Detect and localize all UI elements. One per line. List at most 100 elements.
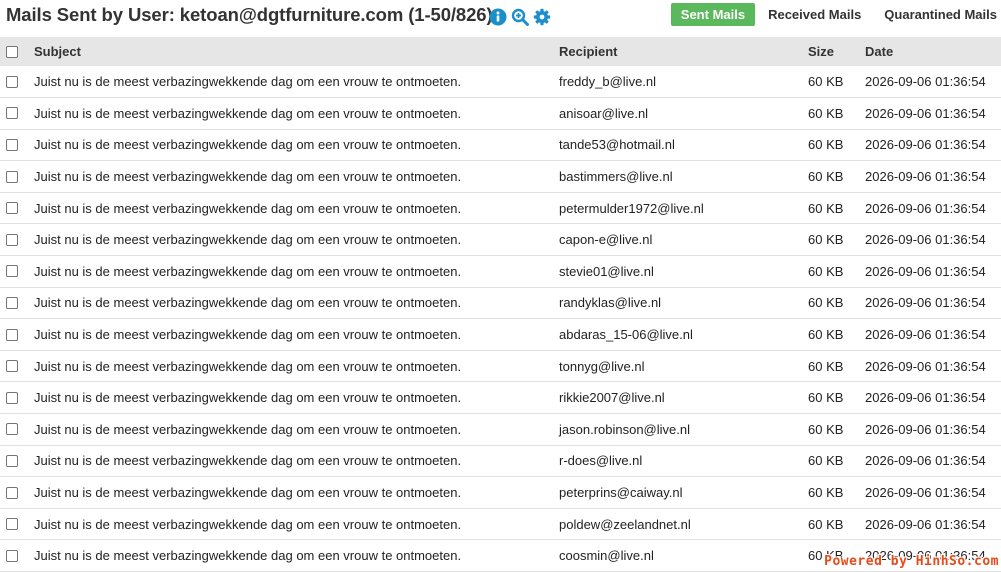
cell-size: 60 KB — [808, 421, 844, 437]
row-checkbox[interactable] — [6, 549, 18, 562]
cell-subject[interactable]: Juist nu is de meest verbazingwekkende d… — [34, 382, 559, 414]
cell-subject[interactable]: Juist nu is de meest verbazingwekkende d… — [34, 129, 559, 161]
cell-recipient: bastimmers@live.nl — [559, 169, 673, 185]
cell-subject[interactable]: Juist nu is de meest verbazingwekkende d… — [34, 161, 559, 193]
cell-size: 60 KB — [808, 232, 844, 248]
row-checkbox[interactable] — [6, 328, 18, 341]
table-row[interactable]: Juist nu is de meest verbazingwekkende d… — [0, 192, 1001, 224]
column-header-recipient[interactable]: Recipient — [559, 37, 808, 66]
cell-size: 60 KB — [808, 200, 844, 216]
cell-date: 2026-09-06 01:36:54 — [865, 453, 986, 469]
cell-subject[interactable]: Juist nu is de meest verbazingwekkende d… — [34, 98, 559, 130]
cell-subject[interactable]: Juist nu is de meest verbazingwekkende d… — [34, 256, 559, 288]
cell-date: 2026-09-06 01:36:54 — [865, 421, 986, 437]
row-checkbox[interactable] — [6, 360, 18, 373]
cell-date: 2026-09-06 01:36:54 — [865, 200, 986, 216]
cell-size: 60 KB — [808, 263, 844, 279]
cell-size: 60 KB — [808, 105, 844, 121]
table-row[interactable]: Juist nu is de meest verbazingwekkende d… — [0, 129, 1001, 161]
cell-recipient: coosmin@live.nl — [559, 548, 654, 564]
quarantined-mails-button[interactable]: Quarantined Mails — [878, 3, 1001, 26]
row-checkbox[interactable] — [6, 296, 18, 309]
received-mails-button[interactable]: Received Mails — [762, 3, 867, 26]
cell-date: 2026-09-06 01:36:54 — [865, 485, 986, 501]
info-icon[interactable] — [489, 8, 507, 26]
cell-recipient: tande53@hotmail.nl — [559, 137, 675, 153]
cell-recipient: anisoar@live.nl — [559, 105, 649, 121]
row-checkbox[interactable] — [6, 265, 18, 278]
table-row[interactable]: Juist nu is de meest verbazingwekkende d… — [0, 66, 1001, 98]
cell-size: 60 KB — [808, 453, 844, 469]
cell-recipient: randyklas@live.nl — [559, 295, 662, 311]
cell-subject[interactable]: Juist nu is de meest verbazingwekkende d… — [34, 224, 559, 256]
row-checkbox[interactable] — [6, 233, 18, 246]
cell-recipient: abdaras_15-06@live.nl — [559, 327, 693, 343]
cell-subject[interactable]: Juist nu is de meest verbazingwekkende d… — [34, 192, 559, 224]
cell-recipient: capon-e@live.nl — [559, 232, 653, 248]
cell-date: 2026-09-06 01:36:54 — [865, 169, 986, 185]
column-header-date[interactable]: Date — [865, 37, 1001, 66]
table-row[interactable]: Juist nu is de meest verbazingwekkende d… — [0, 224, 1001, 256]
table-row[interactable]: Juist nu is de meest verbazingwekkende d… — [0, 350, 1001, 382]
gear-icon[interactable] — [533, 8, 551, 26]
table-row[interactable]: Juist nu is de meest verbazingwekkende d… — [0, 256, 1001, 288]
row-checkbox[interactable] — [6, 391, 18, 404]
zoom-icon[interactable] — [511, 8, 529, 26]
table-row[interactable]: Juist nu is de meest verbazingwekkende d… — [0, 98, 1001, 130]
table-row[interactable]: Juist nu is de meest verbazingwekkende d… — [0, 445, 1001, 477]
cell-subject[interactable]: Juist nu is de meest verbazingwekkende d… — [34, 414, 559, 446]
table-row[interactable]: Juist nu is de meest verbazingwekkende d… — [0, 161, 1001, 193]
column-header-subject[interactable]: Subject — [34, 37, 559, 66]
cell-date: 2026-09-06 01:36:54 — [865, 516, 986, 532]
table-row[interactable]: Juist nu is de meest verbazingwekkende d… — [0, 319, 1001, 351]
row-checkbox[interactable] — [6, 202, 18, 215]
row-checkbox[interactable] — [6, 170, 18, 183]
table-row[interactable]: Juist nu is de meest verbazingwekkende d… — [0, 382, 1001, 414]
cell-subject[interactable]: Juist nu is de meest verbazingwekkende d… — [34, 477, 559, 509]
cell-subject[interactable]: Juist nu is de meest verbazingwekkende d… — [34, 66, 559, 98]
table-row[interactable]: Juist nu is de meest verbazingwekkende d… — [0, 287, 1001, 319]
cell-size: 60 KB — [808, 295, 844, 311]
table-row[interactable]: Juist nu is de meest verbazingwekkende d… — [0, 477, 1001, 509]
mails-table: Subject Recipient Size Date Juist nu is … — [0, 37, 1001, 572]
cell-size: 60 KB — [808, 358, 844, 374]
cell-date: 2026-09-06 01:36:54 — [865, 358, 986, 374]
cell-recipient: poldew@zeelandnet.nl — [559, 516, 691, 532]
table-header-row: Subject Recipient Size Date — [0, 37, 1001, 66]
cell-recipient: jason.robinson@live.nl — [559, 421, 690, 437]
cell-date: 2026-09-06 01:36:54 — [865, 327, 986, 343]
cell-date: 2026-09-06 01:36:54 — [865, 263, 986, 279]
table-row[interactable]: Juist nu is de meest verbazingwekkende d… — [0, 414, 1001, 446]
cell-subject[interactable]: Juist nu is de meest verbazingwekkende d… — [34, 350, 559, 382]
cell-recipient: peterprins@caiway.nl — [559, 485, 683, 501]
cell-subject[interactable]: Juist nu is de meest verbazingwekkende d… — [34, 508, 559, 540]
page-title: Mails Sent by User: ketoan@dgtfurniture.… — [6, 4, 493, 25]
table-row[interactable]: Juist nu is de meest verbazingwekkende d… — [0, 508, 1001, 540]
cell-recipient: petermulder1972@live.nl — [559, 200, 704, 216]
cell-size: 60 KB — [808, 485, 844, 501]
cell-size: 60 KB — [808, 390, 844, 406]
cell-date: 2026-09-06 01:36:54 — [865, 232, 986, 248]
cell-recipient: freddy_b@live.nl — [559, 74, 657, 90]
row-checkbox[interactable] — [6, 107, 18, 120]
cell-subject[interactable]: Juist nu is de meest verbazingwekkende d… — [34, 540, 559, 572]
cell-date: 2026-09-06 01:36:54 — [865, 295, 986, 311]
row-checkbox[interactable] — [6, 138, 18, 151]
cell-subject[interactable]: Juist nu is de meest verbazingwekkende d… — [34, 287, 559, 319]
column-header-size[interactable]: Size — [808, 37, 865, 66]
cell-recipient: rikkie2007@live.nl — [559, 390, 665, 406]
row-checkbox[interactable] — [6, 454, 18, 467]
sent-mails-button[interactable]: Sent Mails — [670, 3, 756, 26]
row-checkbox[interactable] — [6, 486, 18, 499]
cell-size: 60 KB — [808, 137, 844, 153]
cell-subject[interactable]: Juist nu is de meest verbazingwekkende d… — [34, 319, 559, 351]
cell-date: 2026-09-06 01:36:54 — [865, 390, 986, 406]
cell-date: 2026-09-06 01:36:54 — [865, 74, 986, 90]
select-all-checkbox[interactable] — [6, 45, 18, 58]
row-checkbox[interactable] — [6, 75, 18, 88]
row-checkbox[interactable] — [6, 423, 18, 436]
page-header: Mails Sent by User: ketoan@dgtfurniture.… — [0, 0, 1001, 34]
cell-date: 2026-09-06 01:36:54 — [865, 137, 986, 153]
row-checkbox[interactable] — [6, 518, 18, 531]
cell-subject[interactable]: Juist nu is de meest verbazingwekkende d… — [34, 445, 559, 477]
